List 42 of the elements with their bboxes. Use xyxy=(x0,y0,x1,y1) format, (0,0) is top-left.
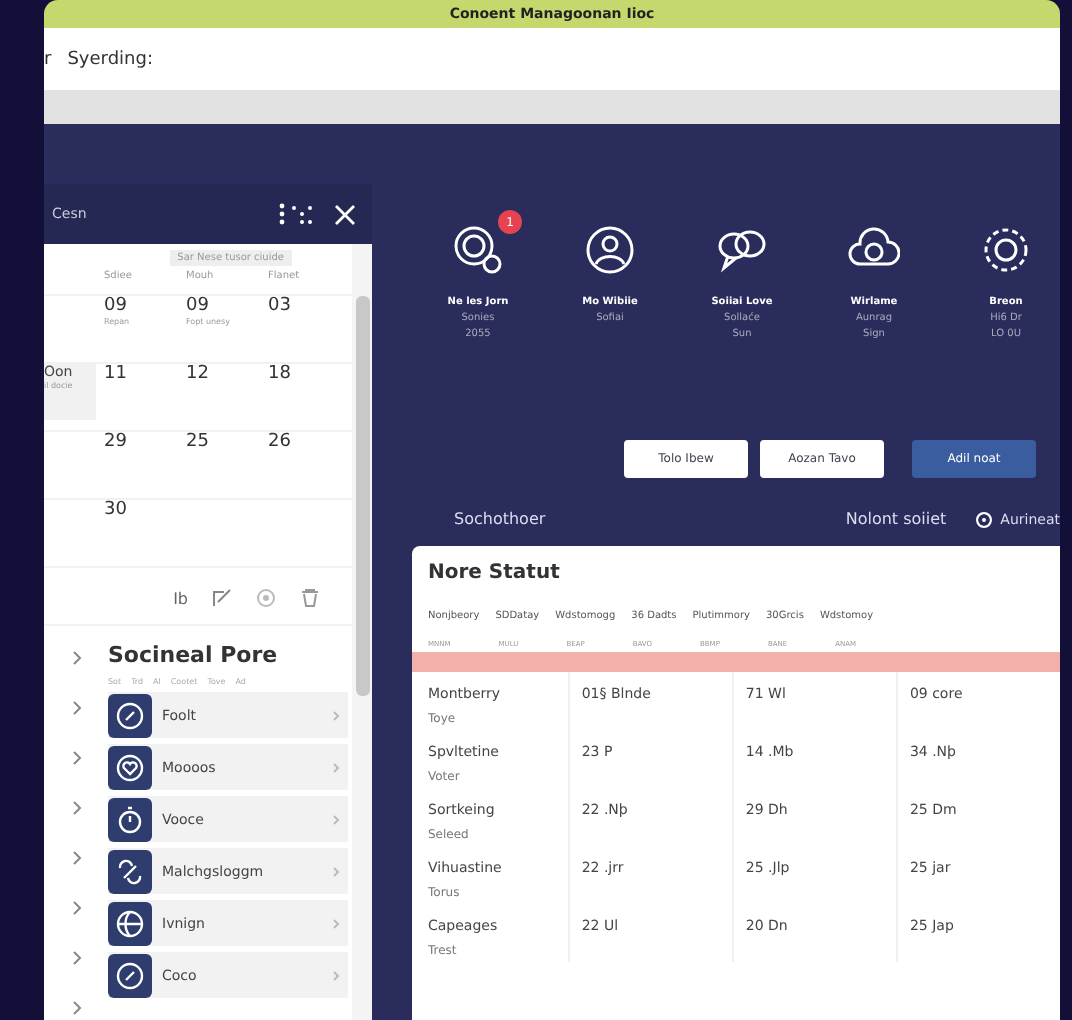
radio-button[interactable] xyxy=(976,511,993,527)
globe-icon xyxy=(108,901,152,945)
chevron-icon[interactable] xyxy=(71,800,81,816)
table-title: Nore Statut xyxy=(428,562,562,584)
person-icon[interactable] xyxy=(584,224,636,276)
calendar-day[interactable]: 12 xyxy=(178,364,260,430)
target-icon[interactable] xyxy=(256,588,276,608)
chevron-icon xyxy=(332,865,340,877)
rings-icon[interactable] xyxy=(452,224,504,276)
calendar-day[interactable]: 30 xyxy=(96,500,178,566)
dots-icon[interactable] xyxy=(278,202,314,226)
filter-label: Nolont soiiet xyxy=(845,510,947,528)
timer-icon xyxy=(108,797,152,841)
calendar-day[interactable]: 18 xyxy=(260,364,342,430)
chevron-icon[interactable] xyxy=(71,650,81,666)
section-title: Socineal Pore xyxy=(108,642,280,668)
calendar-day[interactable]: 29 xyxy=(96,432,178,498)
calendar-day[interactable]: 25 xyxy=(178,432,260,498)
trash-icon[interactable] xyxy=(300,588,320,608)
close-icon[interactable] xyxy=(334,203,356,225)
chevron-icon[interactable] xyxy=(71,850,81,866)
edit-icon[interactable] xyxy=(212,588,232,608)
chevron-icon xyxy=(332,709,340,721)
chevron-icon[interactable] xyxy=(71,950,81,966)
calendar-day[interactable]: 03 xyxy=(260,296,342,362)
calendar-day[interactable]: 26 xyxy=(260,432,342,498)
filter-label: Sochothoer xyxy=(454,510,548,528)
toolbar-text[interactable]: Ib xyxy=(173,589,188,607)
chevron-icon xyxy=(332,917,340,929)
gear-icon[interactable] xyxy=(980,224,1032,276)
scrollbar[interactable] xyxy=(352,244,372,1020)
link-icon xyxy=(108,849,152,893)
chevron-icon xyxy=(332,761,340,773)
chevron-icon[interactable] xyxy=(71,900,81,916)
calendar-day[interactable]: 11 xyxy=(96,364,178,430)
chevron-icon[interactable] xyxy=(71,750,81,766)
chevron-icon xyxy=(332,969,340,981)
chevron-icon[interactable] xyxy=(71,1000,81,1016)
toolbar-label: Syerding: xyxy=(67,49,153,69)
chevron-icon[interactable] xyxy=(71,700,81,716)
toolbar-label: r xyxy=(44,49,52,69)
chevron-icon xyxy=(332,813,340,825)
